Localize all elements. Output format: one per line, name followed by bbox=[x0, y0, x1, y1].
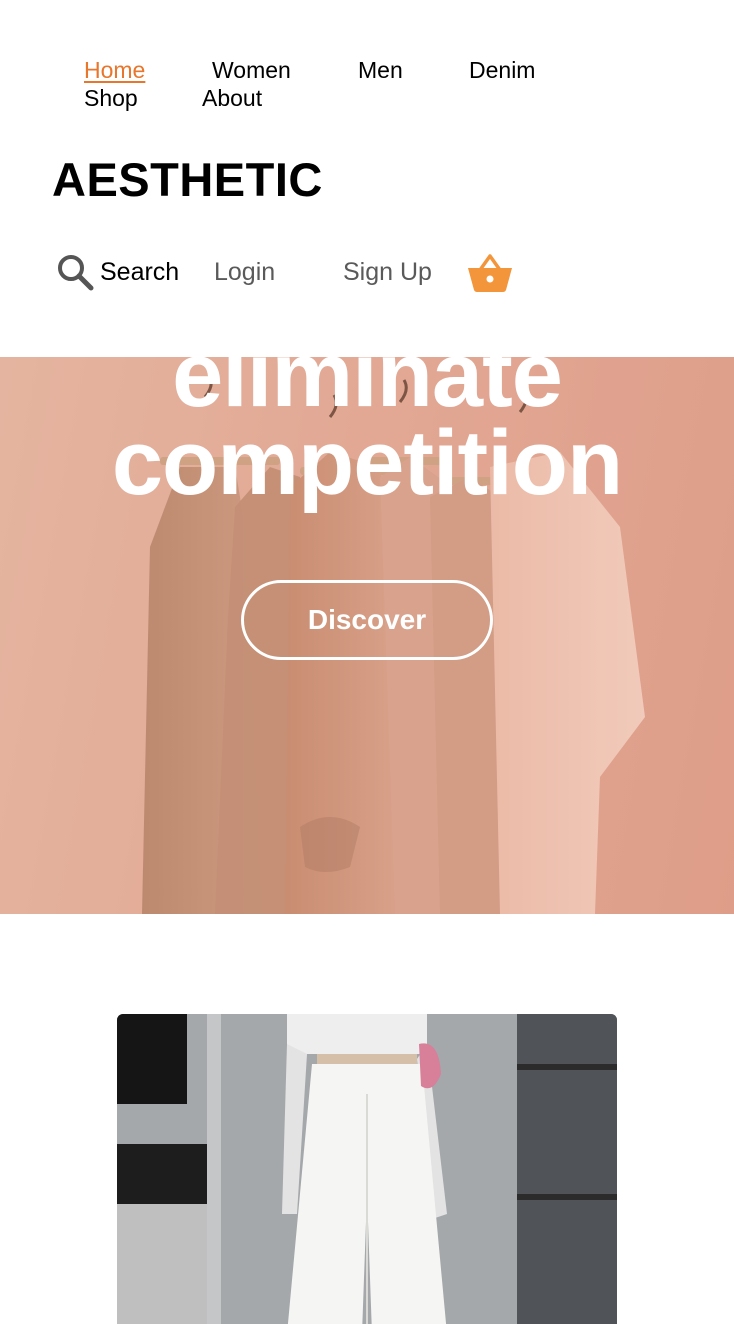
nav-about-link[interactable]: About bbox=[202, 84, 262, 112]
login-link[interactable]: Login bbox=[214, 256, 275, 288]
search-button[interactable]: Search bbox=[56, 254, 186, 292]
search-label: Search bbox=[100, 258, 180, 286]
site-logo[interactable]: AESTHETIC bbox=[52, 152, 323, 208]
product-photo bbox=[117, 1014, 617, 1324]
signup-link[interactable]: Sign Up bbox=[343, 256, 432, 288]
nav-women-link[interactable]: Women bbox=[212, 56, 291, 84]
nav-home-link[interactable]: Home bbox=[84, 56, 145, 84]
basket-icon[interactable] bbox=[466, 250, 514, 294]
nav-denim-link[interactable]: Denim bbox=[469, 56, 535, 84]
main-nav: Home Women Men Denim Shop About bbox=[0, 0, 734, 120]
nav-shop-link[interactable]: Shop bbox=[84, 84, 138, 112]
hero-headline-line-1: eliminate bbox=[172, 324, 563, 426]
nav-men-link[interactable]: Men bbox=[358, 56, 403, 84]
hero-headline-line-2: competition bbox=[111, 412, 623, 514]
search-icon bbox=[58, 255, 94, 291]
discover-button[interactable]: Discover bbox=[241, 580, 493, 660]
product-card[interactable] bbox=[117, 1014, 617, 1324]
